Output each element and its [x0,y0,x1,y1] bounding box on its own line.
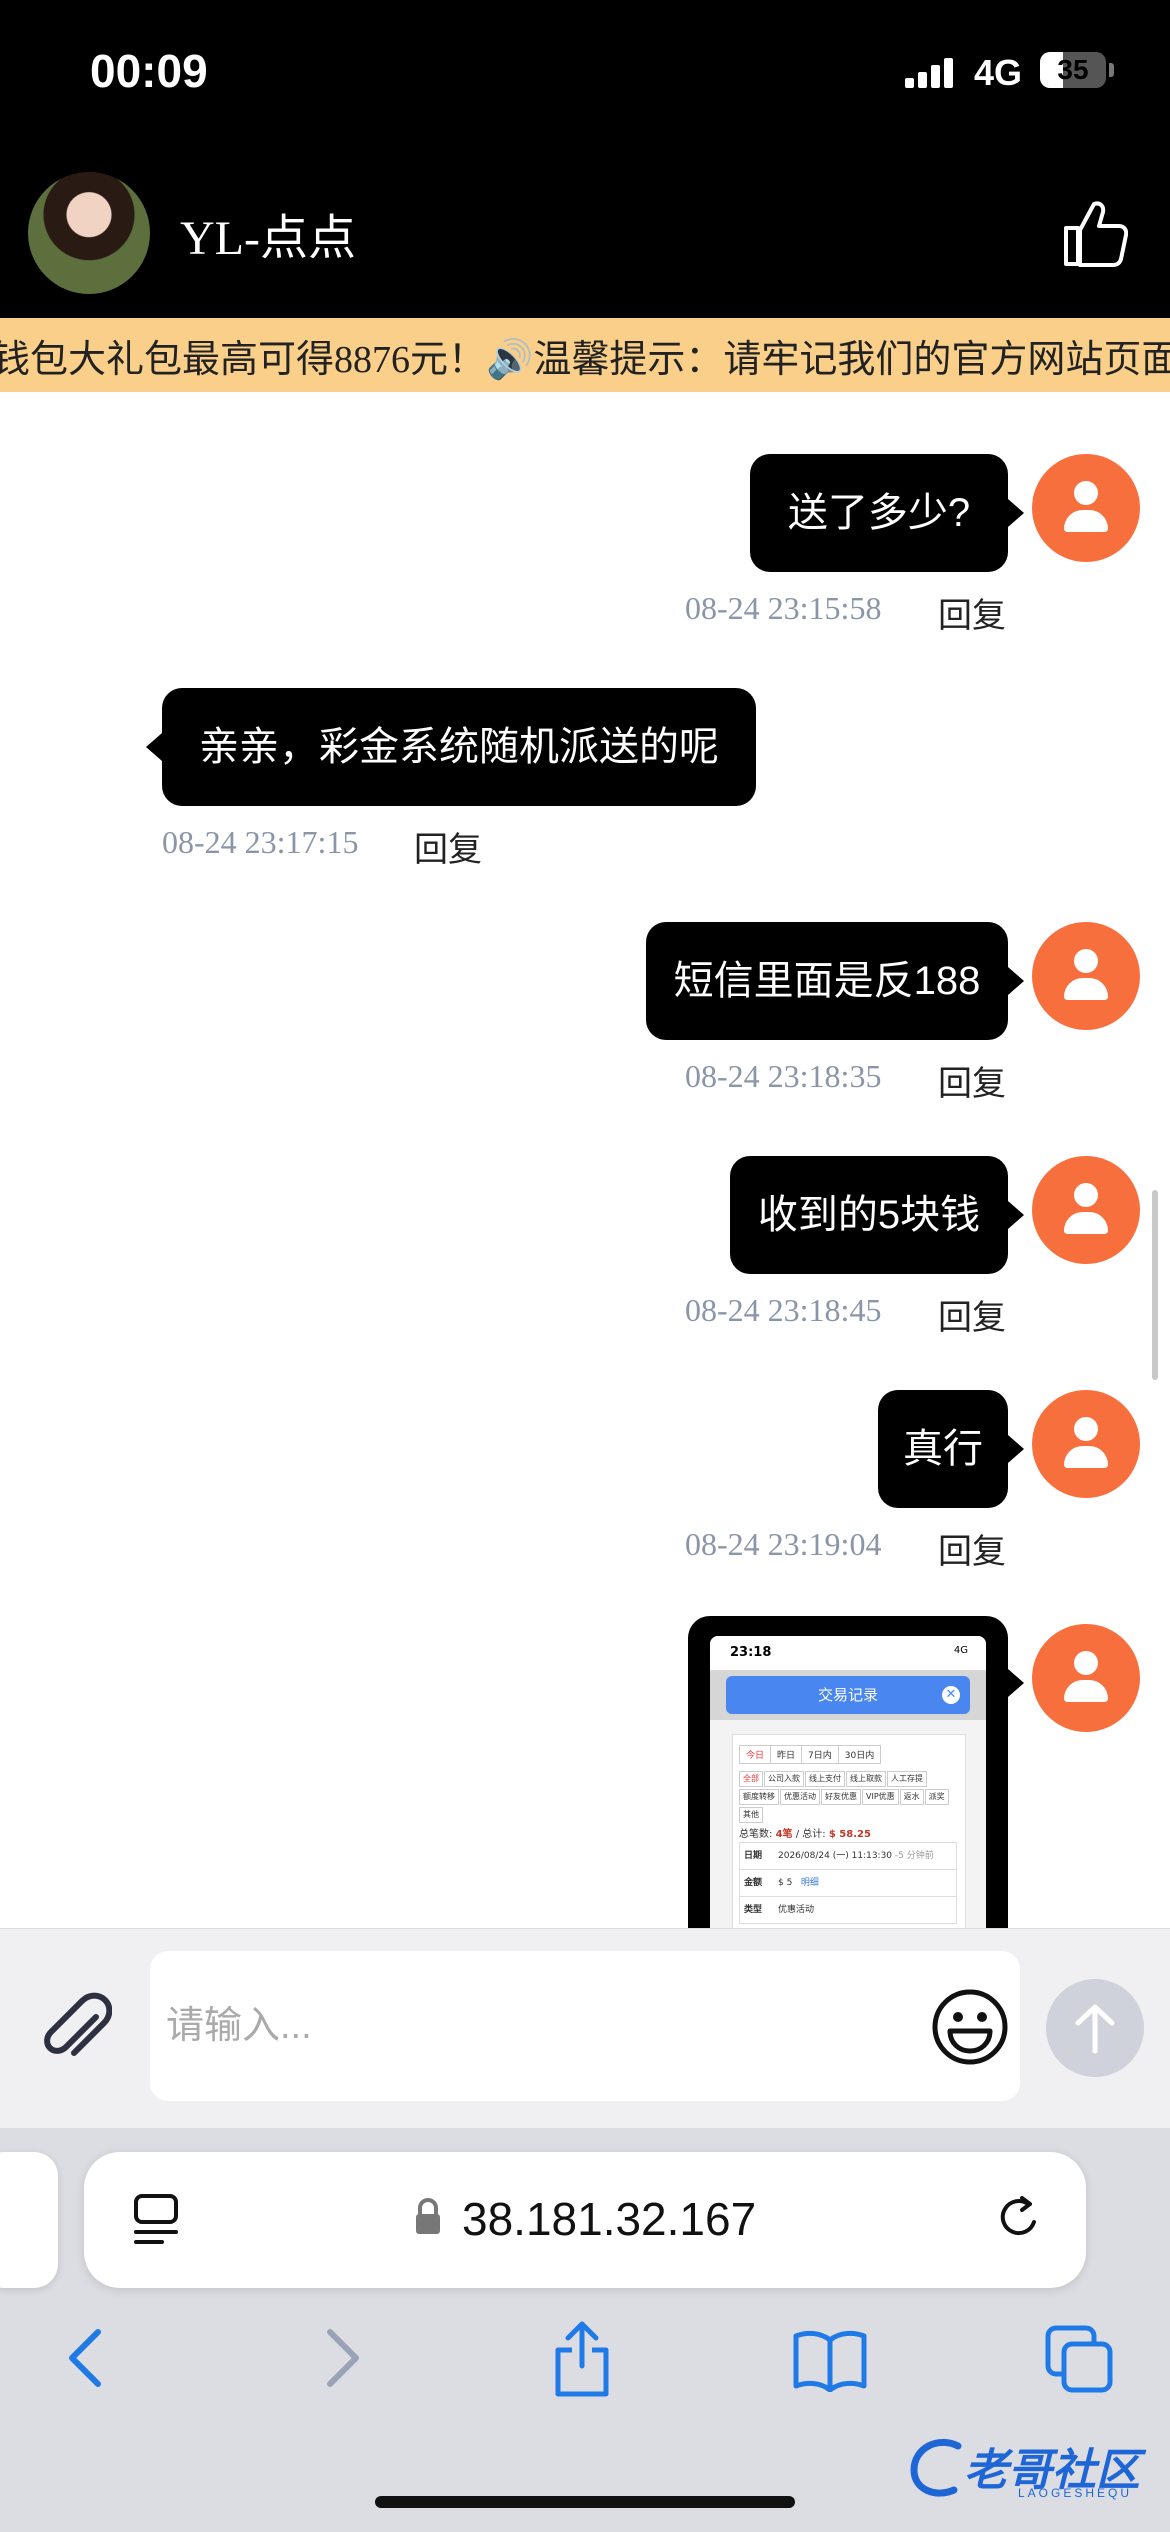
previous-tab-peek[interactable] [0,2152,58,2288]
transaction-card: 今日 昨日 7日内 30日内 全部 公司入款 线上支付 线上取款 人工存提额度转移 优惠活动 好友… [732,1734,966,1928]
message-bubble[interactable]: 送了多少? [750,454,1024,572]
reply-link[interactable]: 回复 [414,822,482,871]
battery-icon: 35 [1040,52,1106,88]
home-indicator[interactable] [375,2496,795,2508]
image-message[interactable]: 23:18 4G 交易记录 ✕ 今日 昨日 7日内 30日内 全部 公司入款 线上支付 线上… [688,1616,1008,1928]
address-bar[interactable]: 38.181.32.167 [84,2152,1086,2288]
arrow-up-icon [1075,2004,1115,2054]
agent-avatar[interactable] [28,172,150,294]
table-row: 金额 $ 5 明细 [739,1869,957,1897]
message-time: 08-24 23:17:15 [162,824,359,860]
table-row: 类型 优惠活动 [739,1896,957,1924]
screenshot-image[interactable]: 23:18 4G 交易记录 ✕ 今日 昨日 7日内 30日内 全部 公司入款 线上支付 线上… [710,1636,986,1928]
page-menu-icon[interactable] [132,2192,182,2248]
network-type: 4G [974,52,1023,93]
message-bubble[interactable]: 短信里面是反188 [646,922,1024,1040]
battery-percent: 35 [1057,54,1089,85]
message-time: 08-24 23:15:58 [685,590,882,626]
emoji-icon[interactable] [930,1987,1010,2067]
forward-icon[interactable] [316,2324,366,2392]
message-bubble[interactable]: 真行 [878,1390,1024,1508]
reply-link[interactable]: 回复 [938,1290,1006,1339]
screenshot-header: 交易记录 ✕ [726,1676,970,1714]
announcement-text: 钱包大礼包最高可得8876元！🔊温馨提示：请牢记我们的官方网站页面 [0,339,1170,381]
tabs-icon[interactable] [1044,2324,1114,2394]
user-avatar [1032,454,1140,562]
send-button[interactable] [1046,1979,1144,2077]
user-avatar [1032,1156,1140,1264]
user-avatar [1032,1390,1140,1498]
message-time: 08-24 23:18:35 [685,1058,882,1094]
screenshot-status-bar: 23:18 4G [710,1636,986,1670]
back-icon[interactable] [62,2324,112,2392]
lock-icon [416,2198,440,2234]
table-row: 日期 2026/08/24 (一) 11:13:30 -5 分钟前 [739,1842,957,1870]
message-input-bar [0,1928,1170,2129]
announcement-marquee[interactable]: 钱包大礼包最高可得8876元！🔊温馨提示：请牢记我们的官方网站页面 [0,318,1170,392]
user-avatar [1032,1624,1140,1732]
reply-link[interactable]: 回复 [938,588,1006,637]
share-icon[interactable] [548,2318,616,2400]
chat-title: YL-点点 [180,212,356,265]
message-input[interactable] [150,1951,1020,2101]
url-text: 38.181.32.167 [462,2193,757,2245]
message-time: 08-24 23:18:45 [685,1292,882,1328]
scrollbar[interactable] [1152,1190,1158,1380]
transaction-total: 总笔数: 4笔 / 总计: $ 58.25 [739,1829,871,1840]
date-tabs: 今日 昨日 7日内 30日内 [739,1743,882,1764]
thumbs-up-icon[interactable] [1060,196,1128,268]
reply-link[interactable]: 回复 [938,1524,1006,1573]
status-bar: 00:09 4G 35 [0,0,1170,150]
dragon-icon [910,2438,962,2497]
close-icon: ✕ [942,1686,960,1704]
category-tags: 全部 公司入款 线上支付 线上取款 人工存提额度转移 优惠活动 好友优惠 VIP优惠 返水 派奖其… [739,1771,961,1825]
status-time: 00:09 [90,45,208,97]
message-time: 08-24 23:19:04 [685,1526,882,1562]
battery-cap [1109,63,1114,77]
attachment-icon[interactable] [36,1987,112,2063]
user-avatar [1032,922,1140,1030]
chat-list[interactable]: 送了多少? 08-24 23:15:58 回复 亲亲，彩金系统随机派送的呢 08… [0,392,1170,1928]
transaction-rows: 日期 2026/08/24 (一) 11:13:30 -5 分钟前 金额 $ 5 明… [739,1842,957,1924]
signal-icon [905,58,953,88]
reply-link[interactable]: 回复 [938,1056,1006,1105]
reload-icon[interactable] [992,2192,1046,2248]
bookmarks-icon[interactable] [792,2328,868,2392]
message-bubble[interactable]: 收到的5块钱 [730,1156,1024,1274]
chat-header: YL-点点 [0,150,1170,318]
watermark-logo: 老哥社区 LAOGESHEQU [908,2428,1158,2508]
message-bubble[interactable]: 亲亲，彩金系统随机派送的呢 [146,688,756,806]
